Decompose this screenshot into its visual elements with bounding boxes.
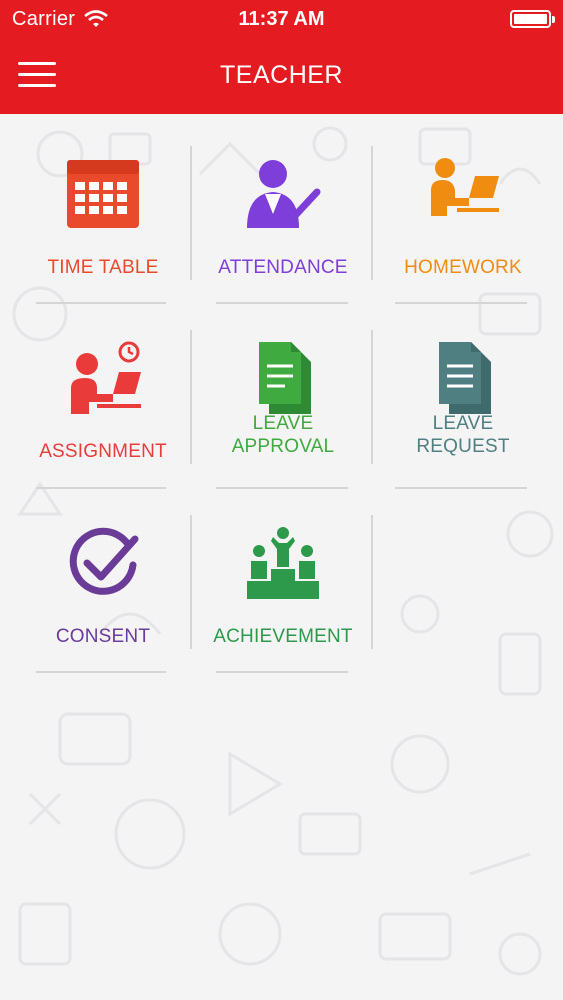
status-bar: Carrier 11:37 AM [0, 0, 563, 40]
tile-assignment[interactable]: ASSIGNMENT [14, 330, 192, 510]
tile-label: LEAVE REQUEST [416, 413, 510, 457]
tile-label: TIME TABLE [47, 257, 159, 278]
tile-leave-request[interactable]: LEAVE REQUEST [374, 330, 552, 510]
status-time: 11:37 AM [238, 8, 325, 30]
page-title: TEACHER [220, 61, 343, 89]
tile-homework[interactable]: HOMEWORK [374, 146, 552, 326]
tile-attendance[interactable]: ATTENDANCE [194, 146, 372, 326]
checkmark-circle-icon [69, 527, 139, 595]
person-laptop-clock-icon [71, 341, 141, 414]
tile-label: ATTENDANCE [218, 257, 348, 278]
tile-achievement[interactable]: ACHIEVEMENT [194, 515, 372, 695]
tile-consent[interactable]: CONSENT [14, 515, 192, 695]
tile-label: ASSIGNMENT [39, 441, 167, 462]
documents-green-icon [259, 342, 311, 414]
tile-label: CONSENT [55, 626, 151, 647]
app-header: Carrier 11:37 AM TEACHER [0, 0, 563, 114]
podium-winners-icon [247, 527, 319, 599]
tile-time-table[interactable]: TIME TABLE [14, 146, 192, 326]
calendar-icon [67, 160, 139, 228]
tile-label: LEAVE APPROVAL [231, 413, 335, 457]
student-laptop-icon [431, 158, 499, 216]
attendance-check-icon [247, 160, 321, 228]
documents-grey-icon [439, 342, 491, 414]
tile-leave-approval[interactable]: LEAVE APPROVAL [194, 330, 372, 510]
tile-label: HOMEWORK [404, 257, 522, 278]
battery-icon [510, 10, 555, 28]
tile-label: ACHIEVEMENT [213, 626, 353, 647]
